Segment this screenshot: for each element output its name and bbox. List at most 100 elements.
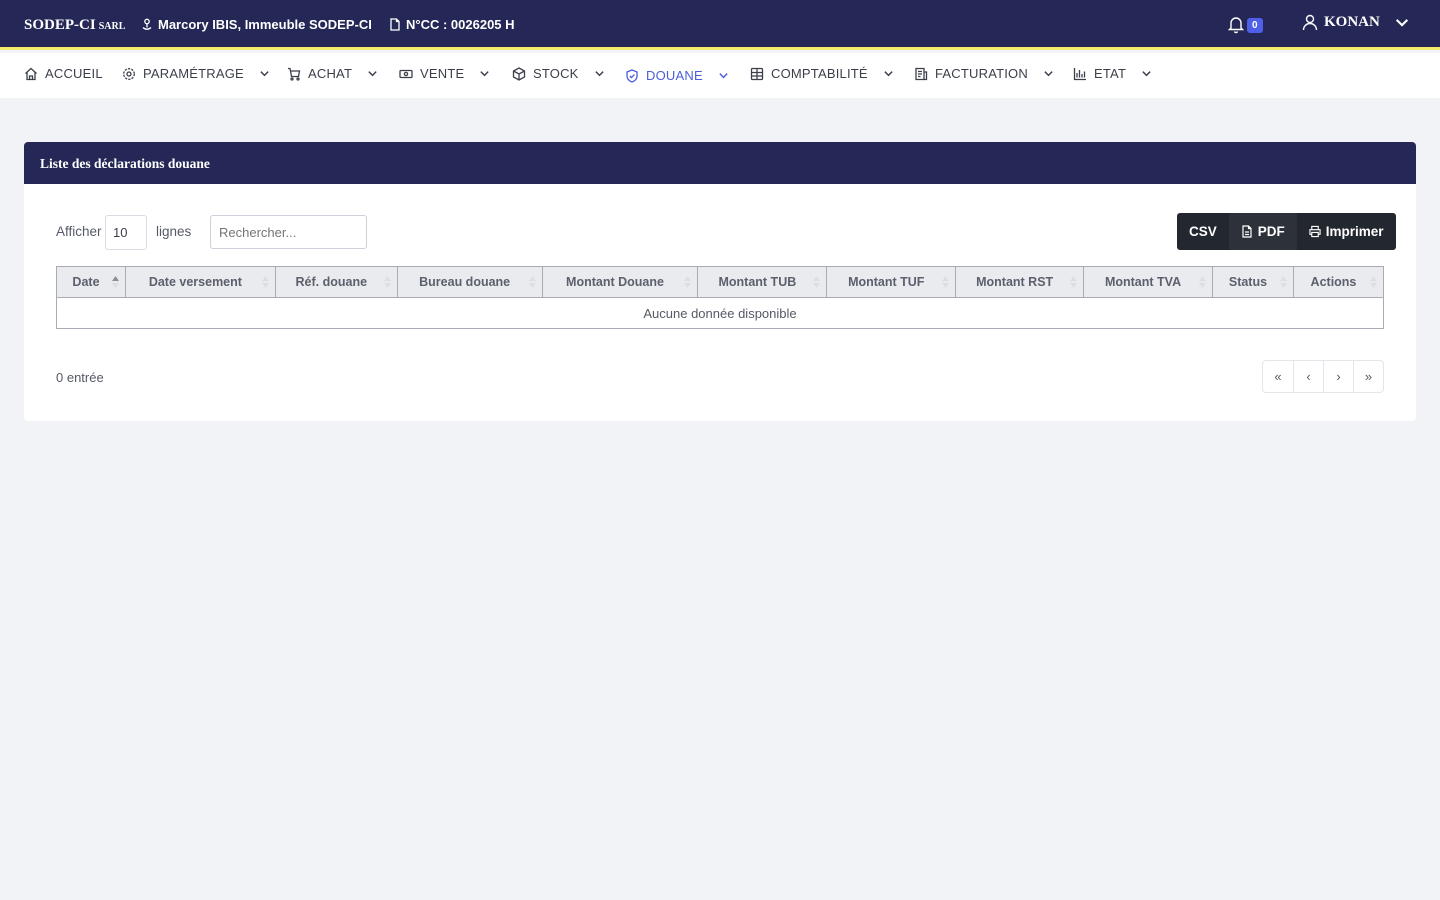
- sort-icon: [1370, 276, 1377, 288]
- chevron-down-icon: [1044, 71, 1053, 77]
- cash-icon: [399, 69, 413, 78]
- box-icon: [512, 66, 526, 81]
- nav-item-etat[interactable]: ETAT: [1073, 66, 1152, 81]
- ncc-text: N°CC : 0026205 H: [406, 17, 515, 32]
- nav-label: FACTURATION: [935, 66, 1028, 81]
- column-header-bureau-douane[interactable]: Bureau douane: [396, 266, 543, 298]
- export-buttons: CSV PDF Imprimer: [1177, 213, 1396, 250]
- sort-asc-icon: [111, 276, 119, 288]
- nav-item-douane[interactable]: DOUANE: [625, 68, 729, 83]
- nav-item-comptabilite[interactable]: COMPTABILITÉ: [750, 66, 894, 81]
- column-header-montant-tva[interactable]: Montant TVA: [1083, 266, 1213, 298]
- pager-prev-button[interactable]: ‹: [1293, 361, 1323, 392]
- nav-item-parametrage[interactable]: PARAMÉTRAGE: [122, 66, 270, 81]
- address-info: Marcory IBIS, Immeuble SODEP-CI: [141, 17, 372, 32]
- column-label: Réf. douane: [295, 275, 368, 289]
- column-label: Montant RST: [976, 275, 1054, 289]
- table-info: 0 entrée: [56, 370, 104, 385]
- invoice-icon: [915, 67, 928, 80]
- column-header-status[interactable]: Status: [1211, 266, 1294, 298]
- print-button[interactable]: Imprimer: [1296, 213, 1396, 250]
- pager-first-button[interactable]: «: [1263, 361, 1293, 392]
- chevron-down-icon: [368, 71, 377, 77]
- chevron-down-icon: [1142, 71, 1151, 77]
- column-header-montant-rst[interactable]: Montant RST: [955, 266, 1085, 298]
- bell-icon: [1227, 17, 1245, 34]
- cart-icon: [288, 67, 301, 81]
- sort-icon: [813, 276, 821, 288]
- nav-label: PARAMÉTRAGE: [143, 66, 244, 81]
- nav-item-achat[interactable]: ACHAT: [287, 66, 378, 81]
- brand-logo[interactable]: SODEP-CI SARL: [24, 17, 125, 34]
- ncc-info: N°CC : 0026205 H: [389, 17, 515, 32]
- nav-label: VENTE: [420, 66, 465, 81]
- column-header-ref-douane[interactable]: Réf. douane: [274, 266, 398, 298]
- column-label: Montant TUB: [718, 275, 797, 289]
- csv-label: CSV: [1189, 224, 1217, 239]
- shield-icon: [626, 68, 638, 83]
- column-label: Actions: [1310, 275, 1357, 289]
- user-menu[interactable]: KONAN: [1302, 14, 1410, 31]
- nav-item-accueil[interactable]: ACCUEIL: [24, 66, 103, 81]
- pdf-label: PDF: [1257, 224, 1285, 239]
- nav-label: ACHAT: [308, 66, 353, 81]
- column-header-montant-tub[interactable]: Montant TUB: [697, 266, 828, 298]
- document-icon: [390, 18, 400, 31]
- column-label: Bureau douane: [419, 275, 511, 289]
- column-label: Date versement: [148, 275, 242, 289]
- chevron-down-icon: [884, 71, 893, 77]
- sort-icon: [383, 276, 391, 288]
- brand-suffix: SARL: [98, 21, 126, 32]
- empty-message: Aucune donnée disponible: [56, 297, 1384, 329]
- notification-count-badge: 0: [1247, 18, 1263, 33]
- pdf-file-icon: [1242, 225, 1252, 238]
- pager-next-button[interactable]: ›: [1323, 361, 1353, 392]
- user-name: KONAN: [1324, 14, 1380, 30]
- chevron-down-icon: [594, 71, 604, 77]
- pdf-button[interactable]: PDF: [1228, 213, 1297, 250]
- column-header-date[interactable]: Date: [56, 266, 126, 298]
- nav-label: STOCK: [533, 66, 579, 81]
- column-label: Montant TVA: [1104, 275, 1182, 289]
- card-title: Liste des déclarations douane: [24, 142, 1416, 184]
- bar-chart-icon: [1073, 67, 1086, 80]
- user-icon: [1302, 14, 1318, 31]
- csv-button[interactable]: CSV: [1177, 213, 1229, 250]
- grid-icon: [750, 67, 764, 80]
- column-header-montant-tuf[interactable]: Montant TUF: [826, 266, 957, 298]
- table-header-row: Date Date versement Réf. douane Bureau d…: [56, 266, 1385, 298]
- column-label: Montant TUF: [848, 275, 925, 289]
- column-header-actions[interactable]: Actions: [1292, 266, 1385, 298]
- brand-name: SODEP-CI: [24, 17, 96, 33]
- notifications-button[interactable]: 0: [1227, 15, 1263, 34]
- sort-icon: [684, 276, 692, 288]
- nav-item-vente[interactable]: VENTE: [399, 66, 490, 81]
- column-header-montant-douane[interactable]: Montant Douane: [541, 266, 699, 298]
- home-icon: [25, 67, 37, 80]
- column-label: Status: [1228, 275, 1268, 289]
- declarations-card: Liste des déclarations douane Afficher 1…: [24, 142, 1416, 421]
- location-icon: [142, 18, 152, 30]
- pagination: « ‹ › »: [1262, 360, 1384, 393]
- nav-label: COMPTABILITÉ: [771, 66, 868, 81]
- chevron-down-icon: [480, 71, 490, 77]
- pager-last-button[interactable]: »: [1353, 361, 1383, 392]
- page-length-select[interactable]: 10: [105, 215, 147, 250]
- sort-icon: [1279, 276, 1287, 288]
- main-nav: ACCUEIL PARAMÉTRAGE ACHAT VENTE STOCK DO…: [0, 53, 1440, 98]
- sort-icon: [1198, 276, 1206, 288]
- column-label: Date: [72, 275, 100, 289]
- column-label: Montant Douane: [566, 275, 664, 289]
- chevron-down-icon: [260, 71, 269, 77]
- printer-icon: [1309, 225, 1321, 238]
- address-text: Marcory IBIS, Immeuble SODEP-CI: [158, 17, 372, 32]
- chevron-down-icon: [719, 73, 728, 79]
- nav-item-facturation[interactable]: FACTURATION: [914, 66, 1054, 81]
- nav-item-stock[interactable]: STOCK: [512, 66, 605, 81]
- print-label: Imprimer: [1325, 224, 1384, 239]
- column-header-date-versement[interactable]: Date versement: [124, 266, 276, 298]
- sort-icon: [1070, 276, 1078, 288]
- nav-label: DOUANE: [646, 68, 703, 83]
- table-row-empty: Aucune donnée disponible: [56, 297, 1384, 329]
- search-input[interactable]: [210, 215, 367, 249]
